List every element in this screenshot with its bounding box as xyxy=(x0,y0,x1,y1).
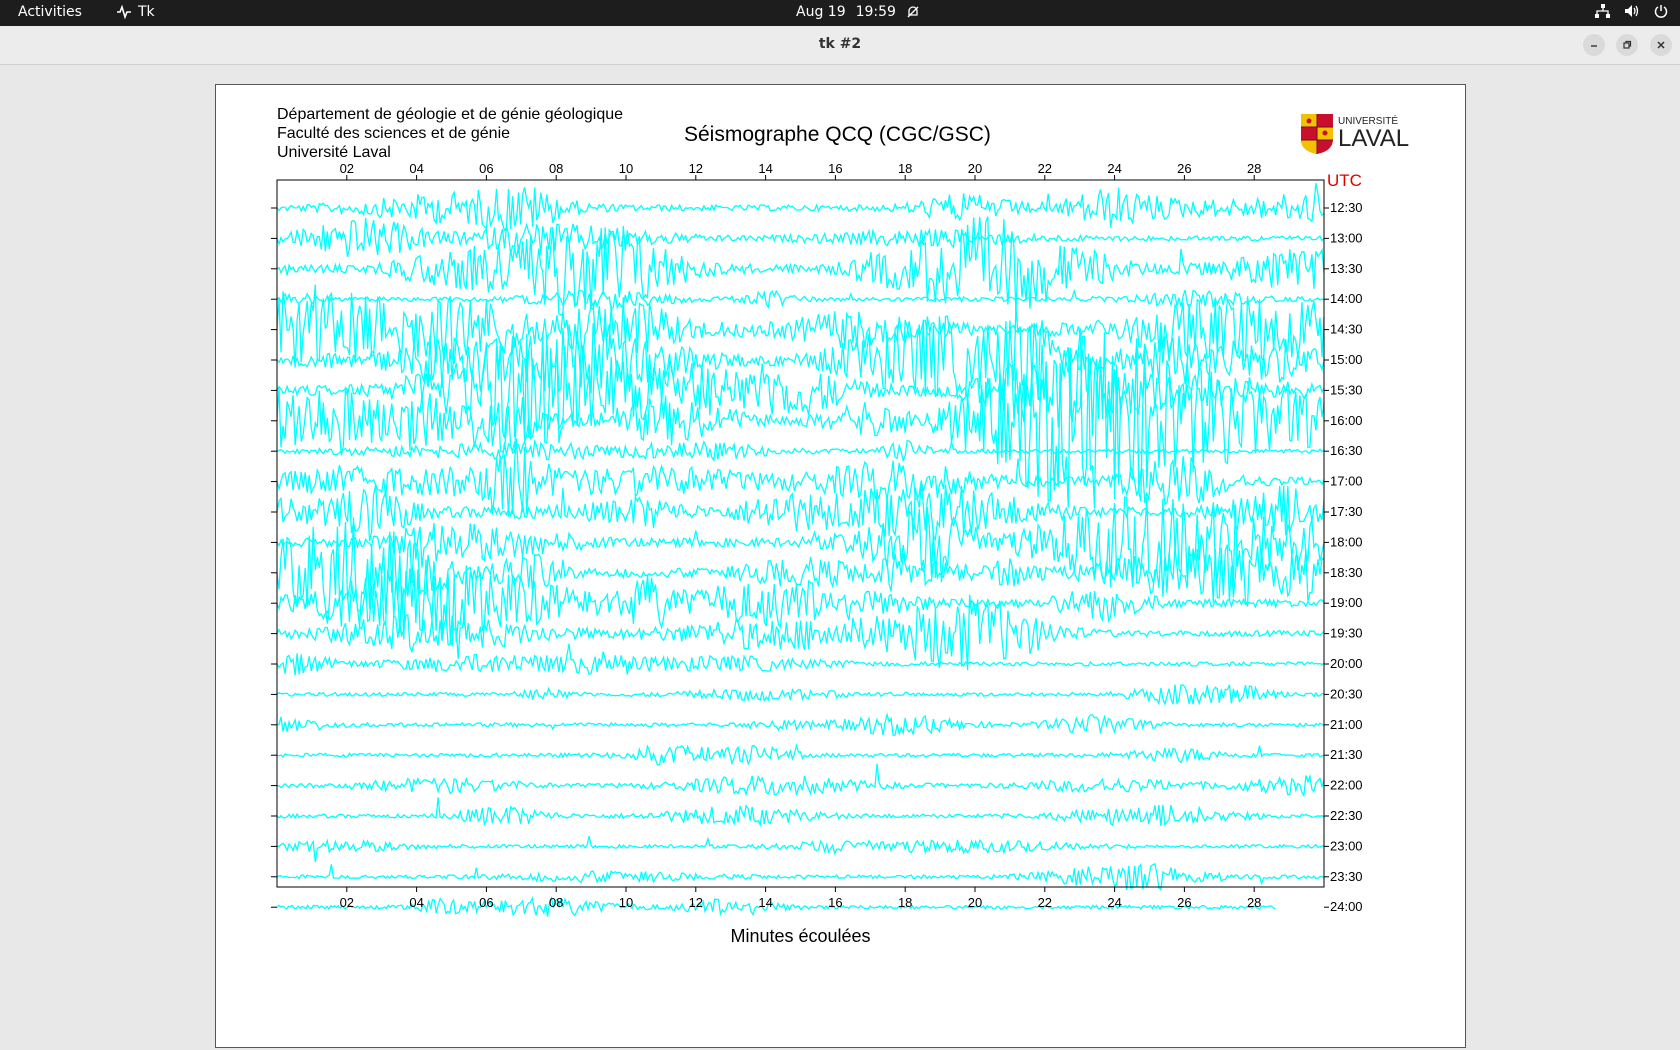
seismic-trace xyxy=(276,182,1325,232)
close-button[interactable] xyxy=(1650,34,1672,56)
x-tick-label-bottom: 18 xyxy=(898,895,912,910)
row-time-label: 22:00 xyxy=(1330,778,1363,793)
clock-time: 19:59 xyxy=(855,4,896,20)
window-title: tk #2 xyxy=(818,36,862,52)
seismic-trace xyxy=(276,712,1325,736)
notifications-muted-icon xyxy=(907,6,919,18)
row-time-label: 16:30 xyxy=(1330,443,1363,458)
seismogram-plot: 02 02 04 04 06 06 08 08 10 10 12 12 14 14 16 16 18 18 20 20… xyxy=(271,161,1363,946)
row-time-label: 18:30 xyxy=(1330,565,1363,580)
seismic-trace xyxy=(276,438,1325,463)
utc-label: UTC xyxy=(1327,171,1362,190)
seismic-trace xyxy=(276,896,1276,917)
x-tick-label-bottom: 02 xyxy=(340,895,354,910)
network-icon xyxy=(1595,4,1610,18)
row-time-label: 23:00 xyxy=(1330,838,1363,853)
x-tick-label-top: 20 xyxy=(968,161,982,176)
seismic-trace xyxy=(276,742,1325,766)
row-time-label: 22:30 xyxy=(1330,808,1363,823)
row-time-label: 21:00 xyxy=(1330,717,1363,732)
seismic-trace xyxy=(276,217,1325,258)
x-tick-label-bottom: 08 xyxy=(549,895,563,910)
row-time-label: 18:00 xyxy=(1330,534,1363,549)
row-time-label: 19:30 xyxy=(1330,626,1363,641)
x-tick-label-top: 18 xyxy=(898,161,912,176)
seismic-trace xyxy=(276,836,1325,862)
activities-button[interactable]: Activities xyxy=(18,4,82,20)
row-time-label: 13:30 xyxy=(1330,261,1363,276)
row-time-label: 24:00 xyxy=(1330,899,1363,914)
close-icon xyxy=(1657,41,1665,49)
seismic-trace xyxy=(276,797,1325,828)
x-tick-label-top: 28 xyxy=(1247,161,1261,176)
row-time-label: 19:00 xyxy=(1330,595,1363,610)
x-tick-label-top: 26 xyxy=(1177,161,1191,176)
maximize-button[interactable] xyxy=(1616,34,1638,56)
row-time-label: 14:00 xyxy=(1330,291,1363,306)
x-tick-label-top: 24 xyxy=(1107,161,1121,176)
x-tick-label-bottom: 16 xyxy=(828,895,842,910)
x-tick-label-bottom: 06 xyxy=(479,895,493,910)
app-menu[interactable]: Tk xyxy=(116,4,155,20)
row-time-label: 13:00 xyxy=(1330,230,1363,245)
row-time-label: 23:30 xyxy=(1330,869,1363,884)
row-time-label: 17:30 xyxy=(1330,504,1363,519)
row-time-label: 15:00 xyxy=(1330,352,1363,367)
seismic-trace xyxy=(276,288,1325,311)
system-status-area[interactable] xyxy=(1595,4,1668,18)
app-name: Tk xyxy=(138,4,155,20)
x-tick-label-bottom: 10 xyxy=(619,895,633,910)
restore-icon xyxy=(1623,40,1632,49)
x-tick-label-bottom: 22 xyxy=(1038,895,1052,910)
x-tick-label-top: 22 xyxy=(1038,161,1052,176)
volume-icon xyxy=(1625,5,1639,17)
traces-group xyxy=(276,182,1325,917)
x-tick-label-top: 14 xyxy=(758,161,772,176)
x-tick-label-top: 02 xyxy=(340,161,354,176)
x-tick-label-top: 08 xyxy=(549,161,563,176)
x-tick-label-bottom: 24 xyxy=(1107,895,1121,910)
power-icon xyxy=(1654,5,1668,18)
seismic-trace xyxy=(276,643,1325,676)
x-tick-label-top: 10 xyxy=(619,161,633,176)
system-top-bar: Activities Tk Aug 19 19:59 xyxy=(0,0,1680,26)
seismic-trace xyxy=(276,438,1325,517)
x-tick-label-bottom: 14 xyxy=(758,895,772,910)
x-tick-label-top: 16 xyxy=(828,161,842,176)
seismogram-canvas[interactable]: Département de géologie et de génie géol… xyxy=(215,84,1466,1048)
x-tick-label-top: 12 xyxy=(689,161,703,176)
row-time-label: 21:30 xyxy=(1330,747,1363,762)
x-tick-label-bottom: 12 xyxy=(689,895,703,910)
x-tick-label-bottom: 04 xyxy=(409,895,423,910)
x-axis-label: Minutes écoulées xyxy=(730,926,870,946)
row-time-label: 17:00 xyxy=(1330,474,1363,489)
clock[interactable]: Aug 19 19:59 xyxy=(796,4,920,20)
window-content: Département de géologie et de génie géol… xyxy=(0,65,1680,1050)
seismic-trace xyxy=(276,763,1325,798)
row-time-label: 20:30 xyxy=(1330,686,1363,701)
seismic-trace xyxy=(276,559,1325,647)
row-time-label: 15:30 xyxy=(1330,382,1363,397)
x-tick-label-top: 06 xyxy=(479,161,493,176)
window-title-bar[interactable]: tk #2 xyxy=(0,26,1680,65)
row-time-label: 20:00 xyxy=(1330,656,1363,671)
row-time-label: 14:30 xyxy=(1330,322,1363,337)
x-tick-label-top: 04 xyxy=(409,161,423,176)
seismic-trace xyxy=(276,684,1325,707)
row-time-label: 12:30 xyxy=(1330,200,1363,215)
x-tick-label-bottom: 20 xyxy=(968,895,982,910)
seismic-trace xyxy=(276,328,1325,509)
minimize-button[interactable] xyxy=(1583,34,1605,56)
x-tick-label-bottom: 28 xyxy=(1247,895,1261,910)
minimize-icon xyxy=(1591,45,1597,47)
x-tick-label-bottom: 26 xyxy=(1177,895,1191,910)
row-time-label: 16:00 xyxy=(1330,413,1363,428)
seismic-trace xyxy=(276,862,1325,892)
tk-app-icon xyxy=(117,4,131,20)
clock-date: Aug 19 xyxy=(796,4,846,20)
